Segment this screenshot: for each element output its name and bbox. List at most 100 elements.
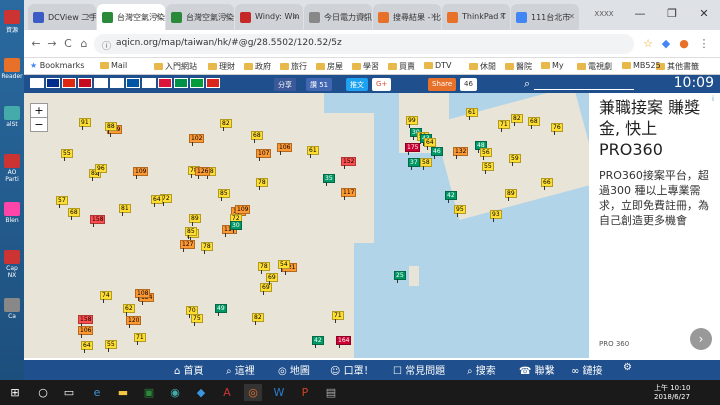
aqi-marker[interactable]: 61 [466, 108, 478, 120]
aqi-marker[interactable]: 106 [78, 326, 94, 338]
bookmark-item[interactable]: My [541, 61, 564, 70]
aqi-marker[interactable]: 85 [185, 227, 197, 239]
aqi-marker[interactable]: 127 [180, 240, 196, 252]
bookmark-item[interactable]: Mail [100, 61, 127, 70]
task-view-icon[interactable]: ▭ [60, 384, 78, 401]
bookmark-item[interactable]: 買賣 [388, 61, 415, 72]
close-tab-icon[interactable]: ✕ [154, 12, 161, 21]
menu-icon[interactable]: ⋮ [696, 36, 712, 52]
bottom-nav-item[interactable]: ☎ 聯繫 [519, 362, 555, 377]
home-button[interactable]: ⌂ [76, 36, 92, 52]
bottom-nav-item[interactable]: ⌕ 這裡 [226, 362, 255, 377]
close-window-button[interactable]: ✕ [688, 0, 720, 30]
desktop-icon[interactable]: alSt [1, 106, 23, 136]
like-button[interactable]: 讚 51 [306, 78, 333, 91]
aqi-marker[interactable]: 88 [105, 122, 117, 134]
bookmark-item[interactable]: MB525 [622, 61, 661, 70]
aqi-marker[interactable]: 46 [431, 147, 443, 159]
extension-icon[interactable]: ◆ [658, 36, 674, 52]
aqi-marker[interactable]: 62 [123, 304, 135, 316]
language-flag-icon[interactable] [78, 78, 92, 88]
bookmark-item[interactable]: 政府 [244, 61, 271, 72]
bottom-nav-item[interactable]: ☐ 常見問題 [393, 362, 445, 377]
close-tab-icon[interactable]: ✕ [361, 12, 368, 21]
language-flag-icon[interactable] [110, 78, 124, 88]
aqi-marker[interactable]: 109 [235, 205, 251, 217]
aqi-map[interactable]: + − 788299158104124687810711712916415815… [24, 93, 589, 358]
language-flag-icon[interactable] [142, 78, 156, 88]
aqi-marker[interactable]: 35 [323, 174, 335, 186]
app-icon[interactable]: ◉ [166, 384, 184, 401]
explorer-icon[interactable]: ▬ [114, 384, 132, 401]
aqi-marker[interactable]: 42 [312, 336, 324, 348]
aqi-marker[interactable]: 76 [551, 123, 563, 135]
ad-next-button[interactable]: › [690, 328, 712, 350]
aqi-marker[interactable]: 164 [336, 336, 352, 348]
aqi-marker[interactable]: 55 [61, 149, 73, 161]
powerpoint-icon[interactable]: P [296, 384, 314, 401]
desktop-icon[interactable]: Cap NX [1, 250, 23, 280]
desktop-icon[interactable]: Ca [1, 298, 23, 328]
star-icon[interactable]: ☆ [640, 36, 656, 52]
aqi-marker[interactable]: 78 [258, 262, 270, 274]
share-button[interactable]: 分享 [274, 78, 296, 91]
forward-button[interactable]: → [44, 36, 60, 52]
aqi-marker[interactable]: 82 [220, 119, 232, 131]
aqi-marker[interactable]: 126 [195, 167, 211, 179]
language-flag-icon[interactable] [94, 78, 108, 88]
bottom-nav-item[interactable]: ☺ 口罩！ [330, 362, 374, 377]
aqi-marker[interactable]: 117 [341, 188, 357, 200]
aqi-marker[interactable]: 30 [230, 221, 242, 233]
search-icon[interactable]: ○ [34, 384, 52, 401]
aqi-marker[interactable]: 68 [528, 117, 540, 129]
aqi-marker[interactable]: 106 [277, 143, 293, 155]
aqi-marker[interactable]: 89 [505, 189, 517, 201]
aqi-marker[interactable]: 54 [278, 260, 290, 272]
bookmark-item[interactable]: 房屋 [316, 61, 343, 72]
close-tab-icon[interactable]: ✕ [292, 12, 299, 21]
ad-panel[interactable]: i 兼職接案 賺獎金, 快上 PRO360 PRO360接案平台，超過300 種… [589, 93, 720, 358]
browser-tab[interactable]: 台灣空氣污染 ✕ [97, 4, 165, 30]
bottom-nav-item[interactable]: ⌕ 搜索 [467, 362, 496, 377]
aqi-marker[interactable]: 64 [151, 195, 163, 207]
aqi-marker[interactable]: 55 [105, 340, 117, 352]
aqi-marker[interactable]: 82 [252, 313, 264, 325]
close-tab-icon[interactable]: ✕ [430, 12, 437, 21]
language-flag-icon[interactable] [62, 78, 76, 88]
aqi-marker[interactable]: 89 [189, 214, 201, 226]
aqi-marker[interactable]: 75 [191, 314, 203, 326]
aqi-marker[interactable]: 25 [394, 271, 406, 283]
aqi-marker[interactable]: 158 [78, 315, 94, 327]
language-flag-icon[interactable] [46, 78, 60, 88]
aqi-marker[interactable]: 175 [405, 143, 421, 155]
aqi-marker[interactable]: 85 [218, 189, 230, 201]
aqi-marker[interactable]: 37 [408, 158, 420, 170]
minimize-button[interactable]: — [624, 0, 656, 30]
aqi-marker[interactable]: 49 [215, 304, 227, 316]
dropbox-icon[interactable]: ◆ [192, 384, 210, 401]
aqi-marker[interactable]: 102 [189, 134, 205, 146]
close-tab-icon[interactable]: ✕ [499, 12, 506, 21]
tweet-button[interactable]: 推文 [346, 78, 368, 91]
browser-tab[interactable]: 搜尋結果 - 比 ✕ [373, 4, 441, 30]
maximize-button[interactable]: ❐ [656, 0, 688, 30]
language-flag-icon[interactable] [190, 78, 204, 88]
chrome-icon[interactable]: ◎ [244, 384, 262, 401]
url-input[interactable]: ⓘ aqicn.org/map/taiwan/hk/#@g/28.5502/12… [94, 34, 634, 54]
aqi-marker[interactable]: 78 [201, 242, 213, 254]
aqi-marker[interactable]: 57 [56, 196, 68, 208]
close-tab-icon[interactable]: ✕ [568, 12, 575, 21]
language-flag-icon[interactable] [158, 78, 172, 88]
bookmark-item[interactable]: 醫院 [505, 61, 532, 72]
browser-tab[interactable]: 111台北市 ✕ [511, 4, 579, 30]
aqi-marker[interactable]: 71 [134, 333, 146, 345]
browser-tab[interactable]: 今日電力資訊 ✕ [304, 4, 372, 30]
aqi-marker[interactable]: 58 [420, 158, 432, 170]
ad-headline[interactable]: 兼職接案 賺獎金, 快上 PRO360 [599, 97, 710, 160]
close-tab-icon[interactable]: ✕ [85, 12, 92, 21]
aqi-marker[interactable]: 132 [453, 147, 469, 159]
aqi-marker[interactable]: 93 [490, 210, 502, 222]
tray-date[interactable]: 2018/6/27 [654, 393, 690, 401]
browser-tab[interactable]: ThinkPad T ✕ [442, 4, 510, 30]
aqi-marker[interactable]: 91 [79, 118, 91, 130]
